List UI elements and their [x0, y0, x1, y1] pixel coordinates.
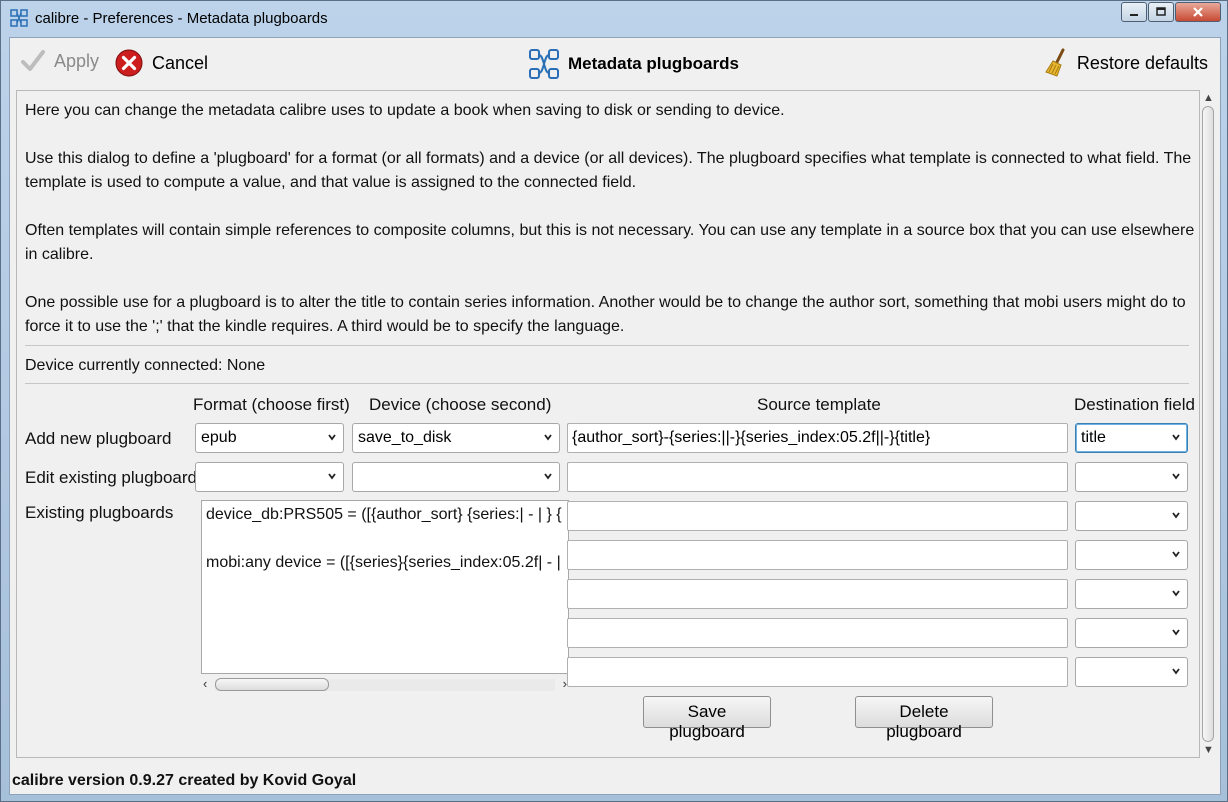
dialog-client-area: Apply Cancel Metadata plugboards Restore…	[9, 37, 1221, 795]
add-destination-value: title	[1081, 429, 1106, 446]
apply-button[interactable]: Apply	[20, 48, 99, 74]
maximize-icon	[1156, 7, 1166, 16]
plugboard-icon	[529, 49, 559, 79]
list-item[interactable]: device_db:PRS505 = ([{author_sort} {seri…	[206, 506, 562, 524]
destination-field-select[interactable]	[1075, 579, 1188, 609]
destination-field-select[interactable]	[1075, 657, 1188, 687]
window-title: calibre - Preferences - Metadata plugboa…	[35, 10, 328, 27]
toolbar: Apply Cancel Metadata plugboards Restore…	[10, 38, 1220, 86]
horizontal-scrollbar[interactable]: ‹ ›	[201, 676, 569, 692]
window-controls	[1120, 2, 1221, 22]
divider	[25, 383, 1189, 384]
chevron-down-icon	[1172, 512, 1180, 519]
destination-field-select[interactable]	[1075, 462, 1188, 492]
broom-icon	[1045, 48, 1065, 77]
add-format-select[interactable]: epub	[195, 423, 344, 453]
scroll-left-icon[interactable]: ‹	[203, 676, 207, 691]
format-column-header: Format (choose first)	[193, 395, 350, 414]
list-item[interactable]: mobi:any device = ([{series}{series_inde…	[206, 554, 561, 572]
page-title-label: Metadata plugboards	[568, 54, 739, 73]
minimize-button[interactable]	[1121, 2, 1147, 22]
chevron-down-icon	[328, 473, 336, 480]
minimize-icon	[1130, 14, 1138, 16]
chevron-down-icon	[1172, 629, 1180, 636]
add-device-value: save_to_disk	[358, 429, 452, 446]
source-template-input[interactable]	[567, 462, 1068, 492]
restore-defaults-button[interactable]: Restore defaults	[1043, 48, 1208, 78]
chevron-down-icon	[1172, 551, 1180, 558]
delete-plugboard-button[interactable]: Delete plugboard	[855, 696, 993, 741]
cancel-icon	[115, 49, 143, 77]
description-templates: Often templates will contain simple refe…	[25, 222, 1195, 263]
close-icon	[1193, 7, 1203, 17]
scroll-up-icon[interactable]: ▲	[1203, 92, 1214, 104]
checkmark-icon	[21, 50, 45, 71]
add-source-template-input[interactable]: {author_sort}-{series:||-}{series_index:…	[567, 423, 1068, 453]
existing-plugboards-label: Existing plugboards	[25, 503, 174, 522]
edit-device-select[interactable]	[352, 462, 560, 492]
description-plugboard: Use this dialog to define a 'plugboard' …	[25, 150, 1192, 191]
vertical-scrollbar[interactable]: ▲ ▼	[1200, 90, 1216, 758]
restore-defaults-label: Restore defaults	[1076, 52, 1208, 73]
scroll-thumb[interactable]	[215, 678, 329, 691]
scroll-down-icon[interactable]: ▼	[1203, 744, 1214, 756]
source-template-input[interactable]	[567, 540, 1068, 570]
add-destination-field-select[interactable]: title	[1075, 423, 1188, 453]
add-device-select[interactable]: save_to_disk	[352, 423, 560, 453]
add-format-value: epub	[201, 429, 237, 446]
edit-format-select[interactable]	[195, 462, 344, 492]
close-window-button[interactable]	[1175, 2, 1221, 22]
device-status: Device currently connected: None	[25, 357, 266, 374]
calibre-app-icon	[10, 9, 28, 27]
existing-plugboards-list[interactable]: device_db:PRS505 = ([{author_sort} {seri…	[201, 500, 569, 674]
maximize-button[interactable]	[1148, 2, 1174, 22]
chevron-down-icon	[544, 434, 552, 441]
description-intro: Here you can change the metadata calibre…	[25, 102, 785, 119]
add-new-plugboard-label: Add new plugboard	[25, 429, 172, 448]
chevron-down-icon	[1172, 668, 1180, 675]
source-template-input[interactable]	[567, 579, 1068, 609]
scroll-thumb[interactable]	[1202, 106, 1214, 742]
description-uses: One possible use for a plugboard is to a…	[25, 294, 1186, 335]
apply-label: Apply	[54, 50, 100, 71]
cancel-label: Cancel	[152, 52, 209, 73]
destination-field-select[interactable]	[1075, 540, 1188, 570]
chevron-down-icon	[1172, 434, 1180, 441]
page-title: Metadata plugboards	[528, 48, 739, 80]
source-template-input[interactable]	[567, 501, 1068, 531]
chevron-down-icon	[1172, 590, 1180, 597]
source-template-column-header: Source template	[757, 395, 881, 414]
chevron-down-icon	[544, 473, 552, 480]
source-template-input[interactable]	[567, 657, 1068, 687]
preferences-window: calibre - Preferences - Metadata plugboa…	[0, 0, 1228, 802]
destination-field-select[interactable]	[1075, 501, 1188, 531]
cancel-button[interactable]: Cancel	[114, 48, 208, 78]
destination-field-column-header: Destination field	[1074, 395, 1195, 414]
device-column-header: Device (choose second)	[369, 395, 552, 414]
save-plugboard-button[interactable]: Save plugboard	[643, 696, 771, 741]
edit-existing-plugboard-label: Edit existing plugboard	[25, 468, 198, 487]
divider	[25, 345, 1189, 346]
title-bar[interactable]: calibre - Preferences - Metadata plugboa…	[1, 1, 1227, 37]
source-template-input[interactable]	[567, 618, 1068, 648]
chevron-down-icon	[1172, 473, 1180, 480]
status-bar: calibre version 0.9.27 created by Kovid …	[12, 772, 357, 789]
chevron-down-icon	[328, 434, 336, 441]
destination-field-select[interactable]	[1075, 618, 1188, 648]
plugboard-panel: Here you can change the metadata calibre…	[16, 90, 1200, 758]
